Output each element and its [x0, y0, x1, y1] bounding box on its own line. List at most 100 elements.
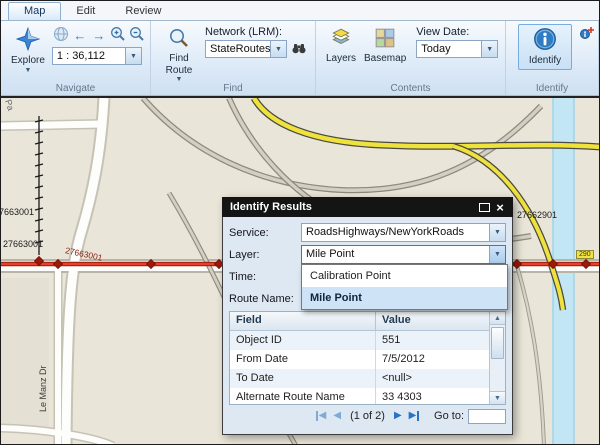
find-route-dropdown-icon: ▼	[176, 76, 183, 83]
results-pager: ◀ ◀ (1 of 2) ▶ ▶ Go to:	[229, 408, 506, 424]
value-cell: <null>	[376, 369, 489, 388]
find-route-magnifier-icon	[168, 27, 190, 52]
group-label-identify: Identify	[506, 83, 598, 94]
table-header-row: Field Value	[230, 312, 489, 331]
view-date-combobox[interactable]: Today ▼	[416, 40, 498, 58]
map-scale-value: 1 : 36,112	[53, 48, 125, 64]
zoom-out-icon	[129, 26, 145, 45]
previous-extent-button[interactable]: ←	[71, 26, 89, 44]
zoom-in-button[interactable]	[109, 26, 127, 44]
group-label-find: Find	[151, 83, 315, 94]
minimize-icon	[479, 203, 490, 212]
ribbon-tabbar: Map Edit Review	[1, 1, 599, 21]
close-button[interactable]: ×	[492, 200, 508, 214]
scroll-up-icon: ▲	[494, 315, 501, 322]
table-header-value: Value	[376, 312, 489, 330]
group-label-contents: Contents	[316, 83, 505, 94]
explore-dropdown-icon: ▼	[24, 67, 31, 74]
scroll-up-button[interactable]: ▲	[490, 312, 505, 325]
table-row[interactable]: Alternate Route Name 33 4303	[230, 388, 489, 404]
table-row[interactable]: To Date <null>	[230, 369, 489, 388]
chevron-down-icon: ▼	[275, 46, 282, 53]
tab-edit[interactable]: Edit	[61, 3, 110, 20]
group-navigate: Explore ▼ ← → 1	[1, 21, 151, 95]
full-extent-button[interactable]	[52, 26, 70, 44]
last-result-button[interactable]: ▶	[409, 411, 420, 421]
scale-dropdown-button[interactable]: ▼	[125, 48, 141, 64]
service-dropdown-button[interactable]: ▼	[489, 224, 505, 241]
next-result-button[interactable]: ▶	[394, 411, 402, 421]
layers-label: Layers	[326, 53, 356, 65]
map-scale-combobox[interactable]: 1 : 36,112 ▼	[52, 47, 142, 65]
chevron-down-icon: ▼	[494, 251, 501, 258]
zoom-out-button[interactable]	[128, 26, 146, 44]
group-contents: Layers Basemap View Date: Today ▼ Conten…	[316, 21, 506, 95]
dialog-title: Identify Results	[230, 201, 476, 213]
previous-result-button[interactable]: ◀	[333, 411, 341, 421]
layer-dropdown-list: Calibration Point Mile Point	[301, 264, 508, 310]
back-arrow-icon: ←	[73, 28, 86, 43]
value-cell: 33 4303	[376, 388, 489, 404]
scroll-down-button[interactable]: ▼	[490, 391, 505, 404]
explore-button[interactable]: Explore ▼	[7, 24, 49, 77]
layer-label: Layer:	[229, 249, 301, 261]
field-cell: From Date	[230, 350, 376, 369]
group-label-navigate: Navigate	[1, 83, 150, 94]
group-find: Find Route ▼ Network (LRM): StateRoutes …	[151, 21, 316, 95]
dialog-titlebar[interactable]: Identify Results ×	[222, 197, 513, 217]
next-extent-button[interactable]: →	[90, 26, 108, 44]
network-lrm-label: Network (LRM):	[205, 26, 309, 38]
route-id-label: 27662901	[517, 210, 557, 220]
identify-results-dialog: Identify Results × Service: RoadsHighway…	[222, 197, 513, 435]
chevron-down-icon: ▼	[486, 46, 493, 53]
dropdown-option-calibration-point[interactable]: Calibration Point	[302, 265, 507, 287]
service-combobox[interactable]: RoadsHighways/NewYorkRoads ▼	[301, 223, 506, 242]
basemap-label: Basemap	[364, 53, 406, 65]
view-date-value: Today	[417, 41, 481, 57]
field-cell: Alternate Route Name	[230, 388, 376, 404]
service-label: Service:	[229, 227, 301, 239]
highway-shield-label: 290	[576, 250, 594, 259]
identify-label: Identify	[529, 55, 561, 67]
table-row[interactable]: Object ID 551	[230, 331, 489, 350]
layers-button[interactable]: Layers	[322, 24, 360, 68]
minimize-button[interactable]	[476, 200, 492, 214]
basemap-button[interactable]: Basemap	[360, 24, 410, 68]
find-route-button[interactable]: Find Route ▼	[157, 24, 201, 86]
ribbon: Explore ▼ ← → 1	[1, 21, 599, 96]
attribute-table: Field Value Object ID 551 From Date 7/5/…	[229, 311, 506, 405]
search-network-button[interactable]	[289, 40, 309, 58]
table-scrollbar[interactable]: ▲ ▼	[489, 312, 505, 404]
tab-review[interactable]: Review	[110, 3, 176, 20]
layer-value: Mile Point	[302, 246, 489, 263]
field-cell: To Date	[230, 369, 376, 388]
forward-arrow-icon: →	[92, 28, 105, 43]
network-combobox[interactable]: StateRoutes ▼	[205, 40, 287, 58]
application-window: Map Edit Review Explore ▼ ← →	[0, 0, 600, 445]
first-result-button[interactable]: ◀	[316, 411, 327, 421]
view-date-dropdown-button[interactable]: ▼	[481, 41, 497, 57]
time-label: Time:	[229, 271, 301, 283]
tab-map[interactable]: Map	[8, 2, 61, 20]
scrollbar-thumb[interactable]	[491, 327, 504, 359]
binoculars-icon	[291, 40, 307, 59]
dropdown-option-mile-point[interactable]: Mile Point	[302, 287, 507, 309]
layer-combobox[interactable]: Mile Point ▼	[301, 245, 506, 264]
value-cell: 551	[376, 331, 489, 350]
map-canvas[interactable]: 27663001 27663001 27663001 27662901 Le M…	[1, 96, 599, 444]
goto-input[interactable]	[468, 409, 506, 424]
table-row[interactable]: From Date 7/5/2012	[230, 350, 489, 369]
layer-dropdown-button[interactable]: ▼	[489, 246, 505, 263]
identify-info-icon	[533, 27, 557, 54]
route-id-label: 27663001	[3, 239, 43, 249]
zoom-in-icon	[110, 26, 126, 45]
field-cell: Object ID	[230, 331, 376, 350]
identify-route-tool-button[interactable]	[579, 25, 595, 46]
chevron-down-icon: ▼	[130, 53, 137, 60]
layers-icon	[330, 27, 352, 52]
identify-button[interactable]: Identify	[518, 24, 572, 70]
network-dropdown-button[interactable]: ▼	[270, 41, 286, 57]
table-header-field: Field	[230, 312, 376, 330]
explore-compass-icon	[16, 27, 40, 54]
pager-status: (1 of 2)	[350, 410, 385, 422]
